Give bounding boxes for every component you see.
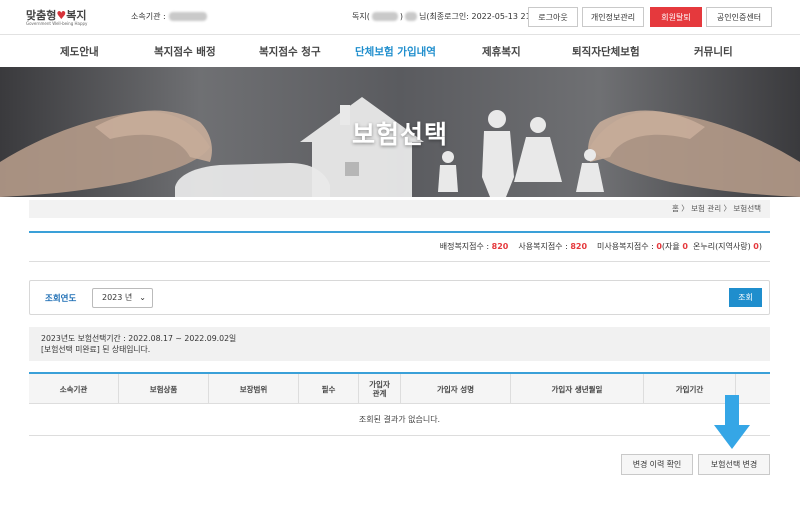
points-summary: 배정복지점수 : 820 사용복지점수 : 820 미사용복지점수 : 0(자율 0…	[29, 231, 770, 262]
insurance-table: 소속기관 보험상품 보장범위 필수 가입자 관계 가입자 성명 가입자 생년월일…	[29, 372, 770, 436]
col-birthdate: 가입자 생년월일	[511, 374, 644, 404]
table-header: 소속기관 보험상품 보장범위 필수 가입자 관계 가입자 성명 가입자 생년월일…	[29, 374, 770, 404]
table-body: 조회된 결과가 없습니다.	[29, 404, 770, 436]
onnuri-points-label: 온누리(지역사랑)	[692, 242, 754, 251]
year-select-value: 2023 년	[102, 293, 133, 302]
used-points-value: 820	[570, 242, 588, 251]
change-history-button[interactable]: 변경 이력 확인	[621, 454, 693, 475]
col-org: 소속기관	[29, 374, 119, 404]
hero-banner: 보험선택	[0, 67, 800, 197]
empty-message: 조회된 결과가 없습니다.	[358, 415, 441, 424]
notice-period: 2023년도 보험선택기간 : 2022.08.17 ~ 2022.09.02일	[41, 334, 237, 343]
chevron-down-icon: ⌄	[139, 293, 146, 302]
points-close-paren: )	[758, 242, 762, 251]
col-coverage: 보장범위	[209, 374, 299, 404]
notice-box: 2023년도 보험선택기간 : 2022.08.17 ~ 2022.09.02일…	[29, 327, 770, 361]
nav-item-points-claim[interactable]: 복지점수 청구	[259, 44, 321, 59]
welcome-prefix: 독지(	[352, 12, 370, 21]
unused-points-label: 미사용복지점수 :	[597, 242, 657, 251]
logout-button[interactable]: 로그아웃	[528, 7, 578, 27]
org-redacted	[168, 12, 207, 21]
top-bar: 맞춤형♥복지 Government Well-being Happy 소속기관 …	[0, 0, 800, 34]
nav-item-guide[interactable]: 제도안내	[60, 44, 99, 59]
search-panel: 조회연도 2023 년 ⌄ 조회	[29, 280, 770, 315]
cert-center-button[interactable]: 공인인증센터	[706, 7, 772, 27]
site-logo[interactable]: 맞춤형♥복지 Government Well-being Happy	[26, 6, 96, 30]
points-text: 배정복지점수 : 820 사용복지점수 : 820 미사용복지점수 : 0(자율 0…	[440, 241, 762, 252]
nav-item-retiree-insurance[interactable]: 퇴직자단체보험	[572, 44, 640, 59]
page-title: 보험선택	[351, 120, 448, 149]
col-required: 필수	[299, 374, 359, 404]
change-selection-button[interactable]: 보험선택 변경	[698, 454, 770, 475]
notice-status: [보험선택 미완료] 된 상태입니다.	[41, 345, 151, 354]
year-select[interactable]: 2023 년 ⌄	[92, 288, 153, 308]
col-name: 가입자 성명	[401, 374, 511, 404]
privacy-button[interactable]: 개인정보관리	[582, 7, 644, 27]
search-year-label: 조회연도	[45, 294, 77, 304]
self-points-value: 0	[682, 242, 688, 251]
welcome-mid: )	[399, 12, 403, 21]
withdraw-button[interactable]: 회원탈퇴	[650, 7, 702, 27]
main-nav: 제도안내 복지점수 배정 복지점수 청구 단체보험 가입내역 제휴복지 퇴직자단…	[0, 34, 800, 67]
used-points-label: 사용복지점수 :	[518, 242, 571, 251]
search-button[interactable]: 조회	[729, 288, 762, 307]
nav-item-partner-welfare[interactable]: 제휴복지	[482, 44, 521, 59]
self-points-label: (자율	[661, 242, 683, 251]
breadcrumb: 홈 〉 보험 관리 〉 보험선택	[29, 200, 770, 218]
logo-subtitle: Government Well-being Happy	[26, 21, 88, 26]
nav-item-points-assign[interactable]: 복지점수 배정	[154, 44, 216, 59]
welcome-message: 독지() 님(최종로그인: 2022-05-13 21:25)	[352, 11, 547, 22]
assigned-points-value: 820	[491, 242, 509, 251]
assigned-points-label: 배정복지점수 :	[439, 242, 492, 251]
col-product: 보험상품	[119, 374, 209, 404]
nav-item-group-insurance[interactable]: 단체보험 가입내역	[355, 44, 436, 59]
col-relation: 가입자 관계	[359, 374, 401, 404]
nav-item-community[interactable]: 커뮤니티	[694, 44, 733, 59]
org-info: 소속기관 :	[131, 11, 207, 22]
user-redacted	[371, 12, 398, 21]
user-name-redacted	[404, 12, 417, 21]
org-label: 소속기관 :	[131, 12, 166, 21]
arrow-down-icon	[714, 395, 750, 449]
